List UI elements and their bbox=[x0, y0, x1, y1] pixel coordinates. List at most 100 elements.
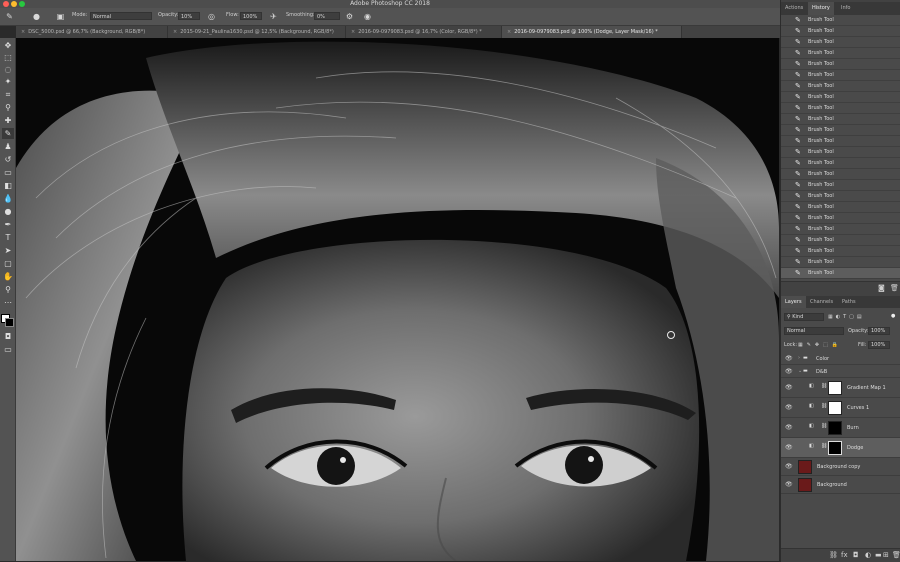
pen-tool-icon[interactable]: ✒ bbox=[2, 219, 14, 230]
dodge-tool-icon[interactable]: ● bbox=[2, 206, 14, 217]
screen-mode-icon[interactable]: ▭ bbox=[2, 344, 14, 355]
airbrush-icon[interactable]: ✈ bbox=[268, 11, 279, 22]
add-mask-icon[interactable]: ◘ bbox=[853, 551, 859, 559]
history-item[interactable]: ✎ Brush Tool bbox=[781, 37, 900, 48]
marquee-tool-icon[interactable]: ⬚ bbox=[2, 52, 14, 63]
layer-row-dodge[interactable]: 👁 ◧ ⛓ Dodge bbox=[781, 438, 900, 458]
hand-tool-icon[interactable]: ✋ bbox=[2, 271, 14, 282]
mode-dropdown[interactable]: Normal bbox=[90, 12, 152, 20]
history-item[interactable]: ✎ Brush Tool bbox=[781, 26, 900, 37]
doc-tab-3[interactable]: × 2016-09-0979083.psd @ 16,7% (Color, RGB… bbox=[346, 26, 502, 38]
delete-layer-icon[interactable]: 🗑 bbox=[892, 551, 900, 559]
history-item[interactable]: ✎ Brush Tool bbox=[781, 114, 900, 125]
smoothing-options-gear-icon[interactable]: ⚙ bbox=[344, 11, 355, 22]
history-item[interactable]: ✎ Brush Tool bbox=[781, 103, 900, 114]
document-canvas[interactable] bbox=[16, 38, 779, 561]
layer-mask-thumbnail[interactable] bbox=[828, 381, 842, 395]
history-item[interactable]: ✎ Brush Tool bbox=[781, 70, 900, 81]
collapse-arrow-icon[interactable]: › bbox=[798, 355, 800, 361]
layer-mask-thumbnail[interactable] bbox=[828, 441, 842, 455]
layer-thumbnail[interactable] bbox=[798, 478, 812, 492]
doc-tab-4[interactable]: × 2016-09-0979083.psd @ 100% (Dodge, Laye… bbox=[502, 26, 682, 38]
layer-row-dandb[interactable]: 👁 ⌄ ▬ D&B bbox=[781, 365, 900, 378]
brush-size-picker-icon[interactable]: ● bbox=[31, 11, 42, 22]
layer-filter-icons[interactable]: ▦◐T▢▤ bbox=[828, 313, 865, 321]
magic-wand-tool-icon[interactable]: ✦ bbox=[2, 76, 14, 87]
layer-row-gradient-map[interactable]: 👁 ◧ ⛓ Gradient Map 1 bbox=[781, 378, 900, 398]
layer-mask-thumbnail[interactable] bbox=[828, 421, 842, 435]
delete-state-icon[interactable]: 🗑 bbox=[890, 284, 899, 292]
smoothing-field[interactable]: 0% bbox=[314, 12, 340, 20]
eyedropper-tool-icon[interactable]: ⚲ bbox=[2, 102, 14, 113]
link-layers-icon[interactable]: ⛓ bbox=[829, 551, 838, 559]
brush-tool-preset-icon[interactable]: ✎ bbox=[4, 11, 15, 22]
history-item[interactable]: ✎ Brush Tool bbox=[781, 246, 900, 257]
history-item[interactable]: ✎ Brush Tool bbox=[781, 235, 900, 246]
more-tools-icon[interactable]: ⋯ bbox=[2, 297, 14, 308]
visibility-eye-icon[interactable]: 👁 bbox=[785, 444, 793, 451]
close-tab-icon[interactable]: × bbox=[21, 26, 25, 38]
history-item[interactable]: ✎ Brush Tool bbox=[781, 147, 900, 158]
move-tool-icon[interactable]: ✥ bbox=[2, 40, 14, 51]
layer-row-color[interactable]: 👁 › ▬ Color bbox=[781, 352, 900, 365]
history-item[interactable]: ✎ Brush Tool bbox=[781, 125, 900, 136]
doc-tab-2[interactable]: × 2015-09-21_Paulina1630.psd @ 12,5% (Bac… bbox=[168, 26, 346, 38]
new-adjustment-layer-icon[interactable]: ◐ bbox=[865, 551, 871, 559]
blend-mode-dropdown[interactable]: Normal bbox=[784, 327, 844, 335]
lasso-tool-icon[interactable]: ◌ bbox=[2, 64, 14, 75]
history-item[interactable]: ✎ Brush Tool bbox=[781, 158, 900, 169]
history-item[interactable]: ✎ Brush Tool bbox=[781, 48, 900, 59]
visibility-eye-icon[interactable]: 👁 bbox=[785, 384, 793, 391]
lock-options-icons[interactable]: ▦✎✥⬚🔒 bbox=[798, 341, 842, 349]
history-item[interactable]: ✎ Brush Tool bbox=[781, 169, 900, 180]
new-group-folder-icon[interactable]: ▬ bbox=[875, 551, 882, 559]
layer-row-burn[interactable]: 👁 ◧ ⛓ Burn bbox=[781, 418, 900, 438]
history-item[interactable]: ✎ Brush Tool bbox=[781, 213, 900, 224]
visibility-eye-icon[interactable]: 👁 bbox=[785, 355, 793, 362]
history-item[interactable]: ✎ Brush Tool bbox=[781, 81, 900, 92]
visibility-eye-icon[interactable]: 👁 bbox=[785, 463, 793, 470]
layer-thumbnail[interactable] bbox=[798, 460, 812, 474]
tab-actions[interactable]: Actions bbox=[781, 2, 807, 15]
type-tool-icon[interactable]: T bbox=[2, 232, 14, 243]
brush-settings-panel-icon[interactable]: ▣ bbox=[55, 11, 66, 22]
visibility-eye-icon[interactable]: 👁 bbox=[785, 404, 793, 411]
history-item[interactable]: ✎ Brush Tool bbox=[781, 180, 900, 191]
history-item[interactable]: ✎ Brush Tool bbox=[781, 202, 900, 213]
history-item[interactable]: ✎ Brush Tool bbox=[781, 136, 900, 147]
history-item[interactable]: ✎ Brush Tool bbox=[781, 59, 900, 70]
blur-tool-icon[interactable]: 💧 bbox=[2, 193, 14, 204]
healing-brush-tool-icon[interactable]: ✚ bbox=[2, 115, 14, 126]
quick-mask-icon[interactable]: ◘ bbox=[2, 331, 14, 342]
crop-tool-icon[interactable]: ⌗ bbox=[2, 89, 14, 100]
zoom-tool-icon[interactable]: ⚲ bbox=[2, 284, 14, 295]
layer-row-background-copy[interactable]: 👁 Background copy bbox=[781, 458, 900, 476]
pressure-opacity-icon[interactable]: ◎ bbox=[206, 11, 217, 22]
history-item[interactable]: ✎ Brush Tool bbox=[781, 15, 900, 26]
layer-mask-thumbnail[interactable] bbox=[828, 401, 842, 415]
history-item[interactable]: ✎ Brush Tool bbox=[781, 257, 900, 268]
gradient-tool-icon[interactable]: ◧ bbox=[2, 180, 14, 191]
history-item[interactable]: ✎ Brush Tool bbox=[781, 191, 900, 202]
filter-toggle-icon[interactable]: ● bbox=[891, 312, 895, 320]
opacity-field[interactable]: 10% bbox=[178, 12, 200, 20]
clone-stamp-tool-icon[interactable]: ♟ bbox=[2, 141, 14, 152]
history-item[interactable]: ✎ Brush Tool bbox=[781, 224, 900, 235]
history-brush-tool-icon[interactable]: ↺ bbox=[2, 154, 14, 165]
eraser-tool-icon[interactable]: ▭ bbox=[2, 167, 14, 178]
layer-opacity-field[interactable]: 100% bbox=[868, 327, 890, 335]
visibility-eye-icon[interactable]: 👁 bbox=[785, 368, 793, 375]
visibility-eye-icon[interactable]: 👁 bbox=[785, 481, 793, 488]
expand-arrow-icon[interactable]: ⌄ bbox=[798, 368, 802, 374]
layer-row-background[interactable]: 👁 Background bbox=[781, 476, 900, 494]
new-snapshot-icon[interactable]: ◙ bbox=[878, 284, 885, 292]
new-layer-icon[interactable]: ⊞ bbox=[883, 551, 889, 559]
pressure-size-icon[interactable]: ◉ bbox=[362, 11, 373, 22]
brush-tool-icon[interactable]: ✎ bbox=[2, 128, 14, 139]
layer-style-fx-icon[interactable]: fx bbox=[841, 551, 848, 559]
background-color-swatch[interactable] bbox=[5, 318, 14, 327]
visibility-eye-icon[interactable]: 👁 bbox=[785, 424, 793, 431]
flow-field[interactable]: 100% bbox=[240, 12, 262, 20]
history-item[interactable]: ✎ Brush Tool bbox=[781, 268, 900, 279]
layer-fill-field[interactable]: 100% bbox=[868, 341, 890, 349]
